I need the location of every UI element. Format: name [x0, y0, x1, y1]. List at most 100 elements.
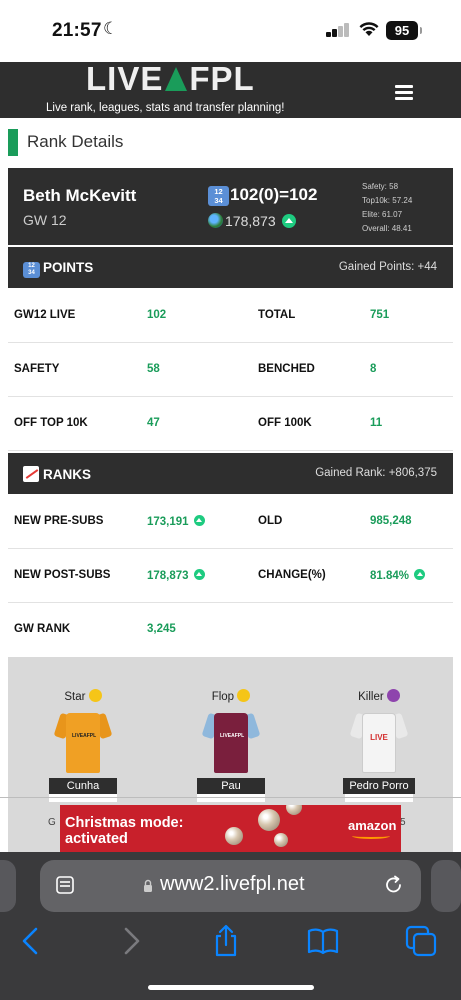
rank-up-icon [414, 569, 426, 580]
kit-icon: LIVE [349, 707, 409, 775]
kit-sponsor: LIVE [370, 733, 388, 742]
player-tag: Flop [211, 691, 235, 703]
row-label: BENCHED [258, 363, 315, 375]
page-title: Rank Details [27, 132, 124, 151]
divider [0, 797, 461, 798]
row-value: 102 [147, 309, 167, 321]
logo-triangle-icon [165, 67, 188, 91]
battery-icon: 95 [386, 21, 422, 40]
menu-icon[interactable] [395, 85, 413, 100]
gained-points: Gained Points: +44 [338, 261, 437, 273]
logo-text-left: LIVE [86, 60, 164, 97]
player-name: Cunha [49, 778, 117, 794]
site-logo[interactable]: LIVE FPL [86, 62, 255, 96]
site-header: LIVE FPL Live rank, leagues, stats and tr… [0, 62, 461, 118]
stat-elite: Elite: 61.07 [362, 210, 403, 219]
ornament-icon [274, 833, 288, 847]
points-header: 12 34 POINTS Gained Points: +44 [8, 247, 453, 288]
row-label: OFF 100K [258, 417, 312, 429]
player-card[interactable]: Flop LIVEAFPL Pau [186, 689, 276, 802]
row-label: SAFETY [14, 363, 60, 375]
table-row: GW RANK 3,245 [8, 603, 453, 657]
kit-icon: LIVEAFPL [201, 707, 261, 775]
ad-banner[interactable]: Christmas mode: activated amazon [60, 805, 401, 852]
stat-top10k: Top10k: 57.24 [362, 196, 413, 205]
table-row: NEW PRE-SUBS 173,191 OLD 985,248 [8, 495, 453, 549]
stat-safety: Safety: 58 [362, 182, 399, 191]
table-row: GW12 LIVE 102 TOTAL 751 [8, 289, 453, 343]
table-row: SAFETY 58 BENCHED 8 [8, 343, 453, 397]
row-label: NEW POST-SUBS [14, 569, 111, 581]
row-label: TOTAL [258, 309, 296, 321]
row-label: CHANGE(%) [258, 569, 326, 581]
manager-name: Beth McKevitt [23, 186, 137, 205]
rank-up-icon [193, 569, 205, 580]
clock: 21:57 [52, 20, 102, 41]
gw-score: 12 34 102(0)=102 [208, 185, 317, 206]
ranks-title: RANKS [43, 467, 92, 482]
row-value: 8 [370, 363, 377, 375]
player-card[interactable]: Star LIVEAFPL Cunha [38, 689, 128, 802]
partial-text: G [48, 817, 56, 828]
row-value: 58 [147, 363, 160, 375]
kit-icon: LIVEAFPL [53, 707, 113, 775]
row-value: 178,873 [147, 569, 205, 582]
player-tag: Star [64, 691, 86, 703]
chart-increasing-icon [23, 466, 39, 482]
gw-score-value: 102(0)=102 [230, 185, 318, 204]
home-indicator [148, 985, 314, 990]
url-text: www2.livefpl.net [160, 873, 305, 895]
share-icon[interactable] [209, 924, 243, 958]
page-menu-icon[interactable] [55, 875, 75, 895]
cellular-signal-icon [326, 23, 352, 37]
stat-overall: Overall: 48.41 [362, 224, 412, 233]
moon-icon: ☾ [103, 19, 119, 38]
player-tag: Killer [358, 691, 384, 703]
row-label: OLD [258, 515, 283, 527]
wifi-icon [359, 22, 379, 36]
bookmarks-icon[interactable] [306, 924, 340, 958]
row-value: 751 [370, 309, 390, 321]
rank-up-icon [193, 515, 205, 526]
back-icon[interactable] [14, 924, 48, 958]
ranks-header: RANKS Gained Rank: +806,375 [8, 453, 453, 494]
star-icon [88, 689, 102, 702]
row-value: 47 [147, 417, 160, 429]
gained-rank: Gained Rank: +806,375 [315, 467, 437, 479]
reload-icon[interactable] [383, 874, 405, 896]
ornament-icon [225, 827, 243, 845]
table-row: OFF TOP 10K 47 OFF 100K 11 [8, 397, 453, 451]
profile-card: Beth McKevitt GW 12 12 34 102(0)=102 178,8… [8, 168, 453, 245]
amazon-logo: amazon [348, 818, 397, 839]
tabs-icon[interactable] [404, 924, 438, 958]
row-value: 985,248 [370, 515, 412, 527]
ranks-table: NEW PRE-SUBS 173,191 OLD 985,248 NEW POS… [8, 495, 453, 657]
address-bar[interactable]: www2.livefpl.net [40, 860, 421, 912]
player-card[interactable]: Killer LIVE Pedro Porro [334, 689, 424, 802]
rank-up-icon [281, 214, 296, 228]
row-value: 3,245 [147, 623, 176, 635]
previous-tab[interactable] [0, 860, 16, 912]
ornament-icon [258, 809, 280, 831]
ad-title: Christmas mode: activated [65, 815, 184, 847]
status-bar: 21:57 ☾ 95 [0, 0, 461, 62]
numbers-emoji-icon: 12 34 [23, 262, 40, 278]
devil-face-icon [386, 689, 400, 702]
gameweek-label: GW 12 [23, 212, 67, 228]
points-table: GW12 LIVE 102 TOTAL 751 SAFETY 58 BENCHE… [8, 289, 453, 451]
table-row: NEW POST-SUBS 178,873 CHANGE(%) 81.84% [8, 549, 453, 603]
numbers-emoji-icon: 12 34 [208, 186, 229, 206]
row-label: OFF TOP 10K [14, 417, 88, 429]
player-name: Pedro Porro [343, 778, 415, 794]
disappointed-face-icon [237, 689, 251, 702]
browser-toolbar: www2.livefpl.net [0, 852, 461, 1000]
section-accent-bar [8, 129, 18, 156]
globe-icon [208, 213, 223, 228]
row-label: GW RANK [14, 623, 71, 635]
next-tab[interactable] [431, 860, 461, 912]
kit-sponsor: LIVEAFPL [220, 733, 245, 739]
kit-sponsor: LIVEAFPL [72, 733, 97, 739]
ornament-icon [286, 805, 302, 815]
overall-rank-value: 178,873 [225, 213, 276, 229]
forward-icon[interactable] [114, 924, 148, 958]
